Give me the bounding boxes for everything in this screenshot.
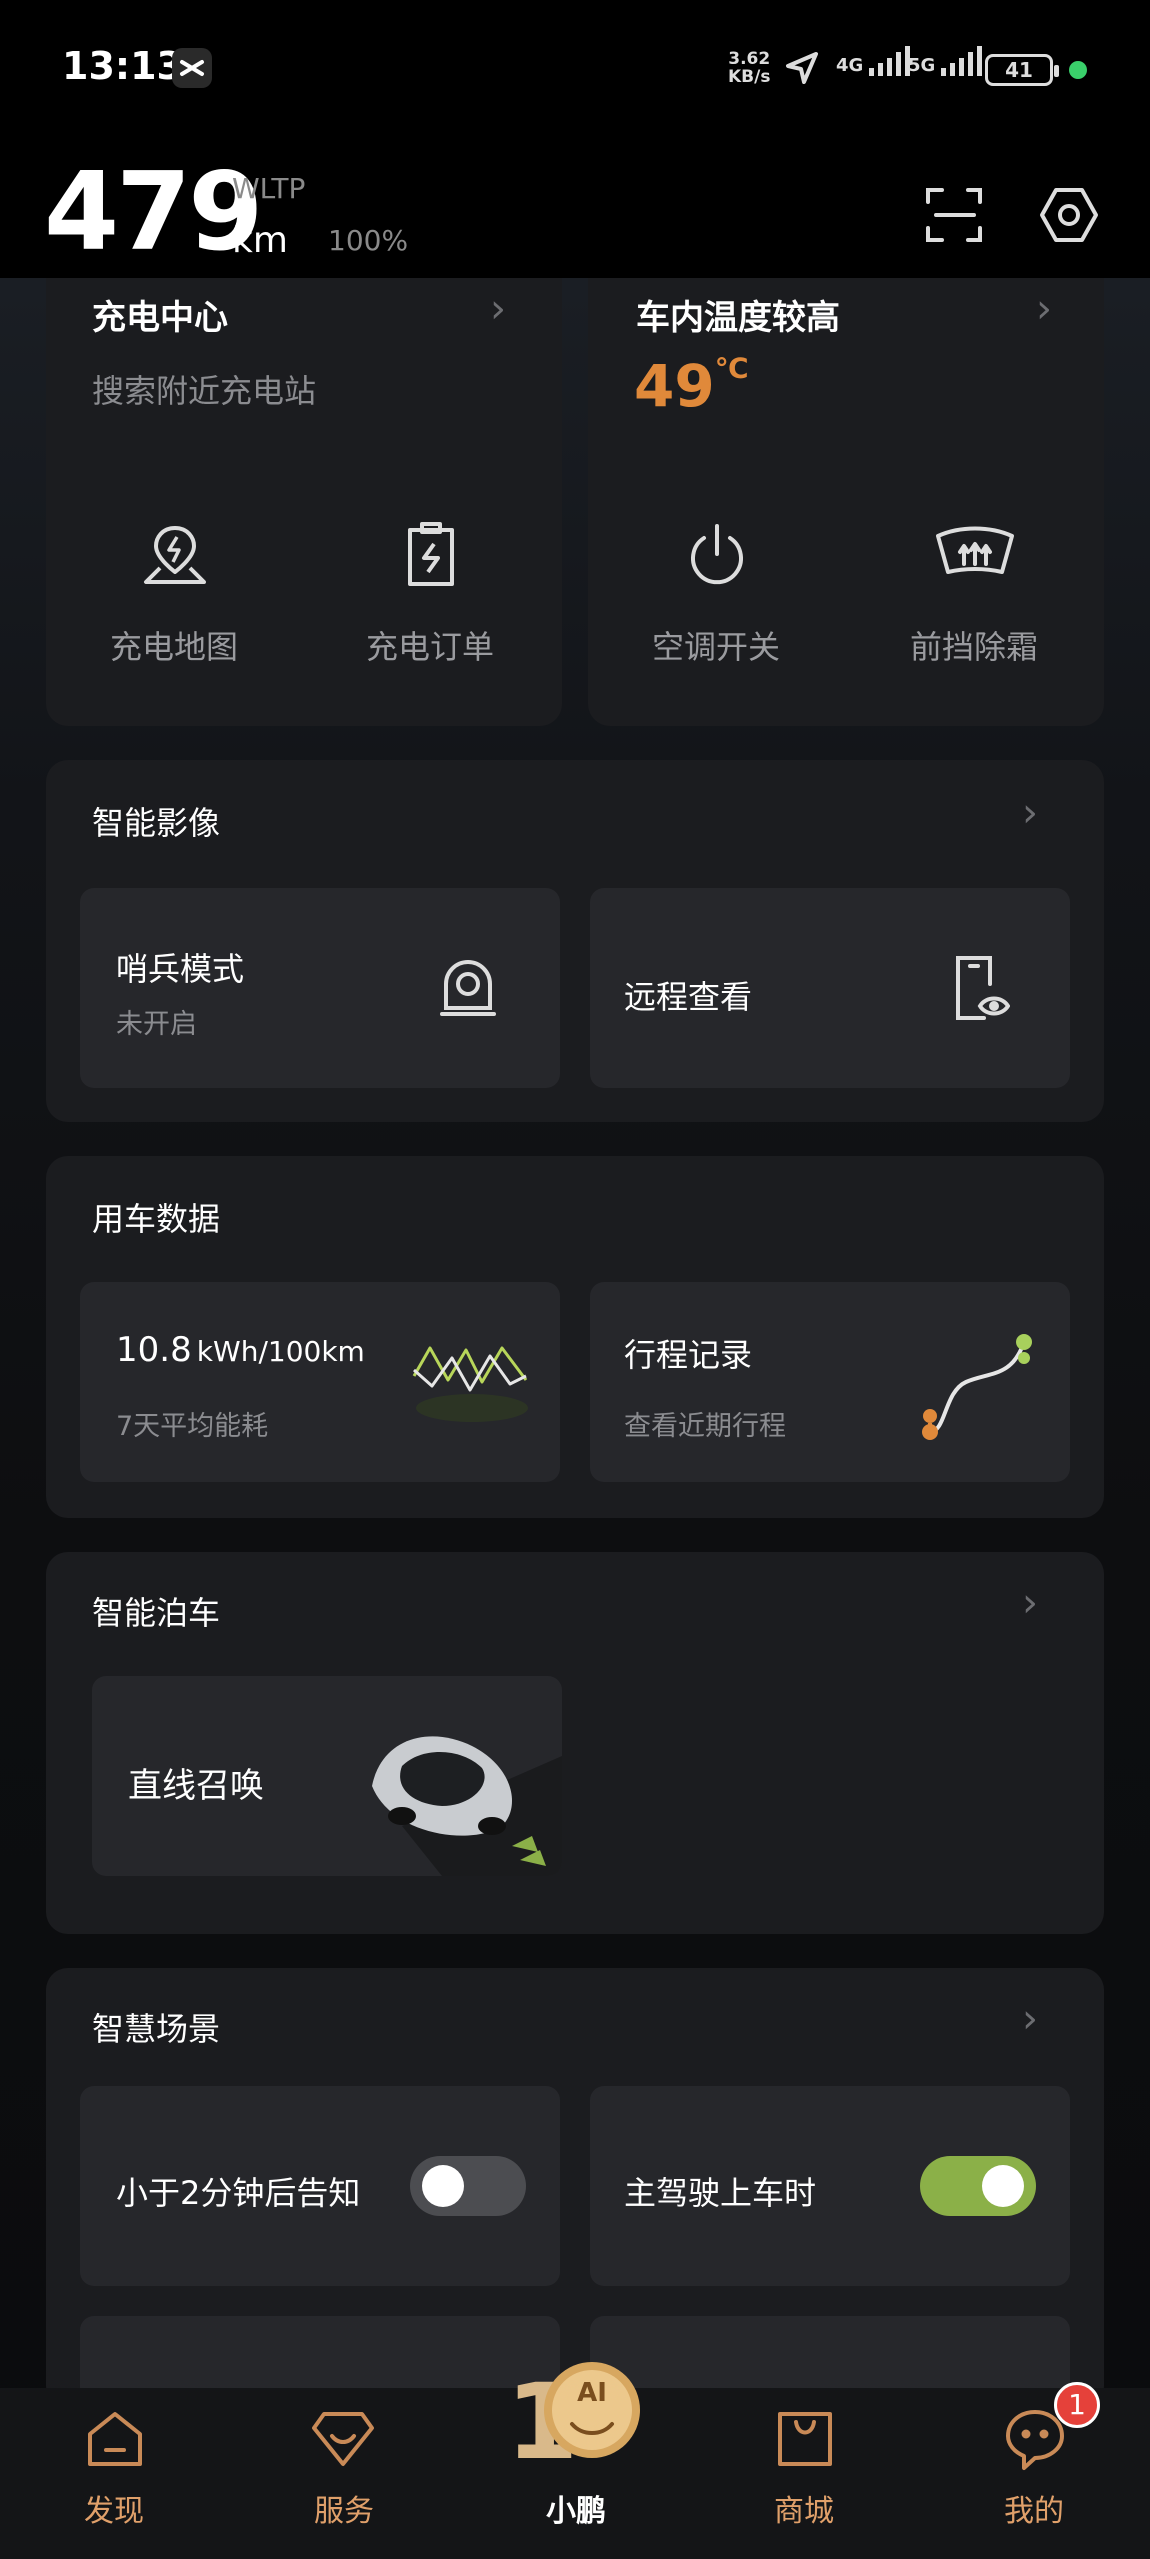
straight-summon-label: 直线召唤 bbox=[128, 1766, 264, 1806]
status-time: 13:13 bbox=[62, 44, 183, 88]
signal-bars-icon bbox=[869, 46, 911, 76]
range-standard: WLTP bbox=[232, 172, 306, 205]
nav-mall-label[interactable]: 商城 bbox=[744, 2486, 864, 2530]
privacy-dot bbox=[1069, 61, 1087, 79]
energy-trend-icon bbox=[410, 1336, 534, 1430]
scene-tile-4 bbox=[590, 2316, 1070, 2388]
discover-icon[interactable] bbox=[82, 2406, 148, 2476]
service-icon[interactable] bbox=[310, 2406, 376, 2476]
scene-tile-3 bbox=[80, 2316, 560, 2388]
mall-icon[interactable] bbox=[772, 2406, 838, 2476]
car-image bbox=[372, 1736, 562, 1876]
energy-desc: 7天平均能耗 bbox=[116, 1411, 269, 1442]
sentry-mode-title: 哨兵模式 bbox=[116, 950, 245, 988]
settings-icon[interactable] bbox=[1036, 182, 1102, 252]
app-notification-icon bbox=[172, 48, 212, 88]
power-icon[interactable] bbox=[682, 520, 752, 594]
cabin-temperature: 49℃ bbox=[634, 352, 749, 420]
charging-map-icon[interactable] bbox=[140, 520, 210, 594]
notification-badge: 1 bbox=[1054, 2382, 1100, 2428]
range-value: 479 bbox=[44, 150, 263, 275]
battery-indicator: 41 bbox=[985, 54, 1059, 86]
defrost-label[interactable]: 前挡除霜 bbox=[864, 622, 1084, 668]
charging-orders-label[interactable]: 充电订单 bbox=[320, 622, 540, 668]
nav-xpeng-label[interactable]: 小鹏 bbox=[516, 2486, 636, 2530]
chevron-right-icon[interactable]: › bbox=[1036, 286, 1052, 332]
scene-1-toggle[interactable] bbox=[410, 2156, 526, 2216]
energy-value: 10.8 kWh/100km bbox=[116, 1330, 365, 1370]
chevron-right-icon[interactable]: › bbox=[1022, 1580, 1038, 1626]
range-unit: km bbox=[232, 220, 288, 261]
trip-record-desc: 查看近期行程 bbox=[624, 1411, 786, 1442]
chevron-right-icon[interactable]: › bbox=[1022, 1996, 1038, 2042]
charging-map-label[interactable]: 充电地图 bbox=[64, 622, 284, 668]
camera-icon bbox=[438, 954, 498, 1022]
signal-bars-icon bbox=[941, 46, 983, 76]
signal-4g: 4G bbox=[836, 46, 911, 76]
signal-5g: 5G bbox=[908, 46, 983, 76]
charging-orders-icon[interactable] bbox=[396, 520, 466, 594]
nav-mine-label[interactable]: 我的 bbox=[974, 2486, 1094, 2530]
remote-view-label: 远程查看 bbox=[624, 978, 753, 1016]
scene-2-toggle[interactable] bbox=[920, 2156, 1036, 2216]
ai-badge-text: AI bbox=[577, 2378, 607, 2408]
xpeng-ai-icon[interactable]: 1 bbox=[506, 2358, 642, 2483]
sentry-mode-status: 未开启 bbox=[116, 1009, 197, 1040]
smart-scenes-title: 智慧场景 bbox=[92, 2010, 221, 2048]
chevron-right-icon[interactable]: › bbox=[490, 286, 506, 332]
nav-discover-label[interactable]: 发现 bbox=[54, 2486, 174, 2530]
smart-parking-title: 智能泊车 bbox=[92, 1594, 221, 1632]
defrost-icon[interactable] bbox=[930, 520, 1020, 594]
scan-icon[interactable] bbox=[922, 182, 988, 252]
scene-2-label: 主驾驶上车时 bbox=[624, 2174, 817, 2212]
net-speed: 3.62 KB/s bbox=[728, 49, 771, 87]
smart-imaging-title: 智能影像 bbox=[92, 804, 221, 842]
battery-percent: 100% bbox=[328, 224, 409, 257]
climate-title: 车内温度较高 bbox=[636, 298, 840, 338]
scene-1-label: 小于2分钟后告知 bbox=[116, 2174, 361, 2212]
location-icon bbox=[782, 48, 822, 92]
nav-service-label[interactable]: 服务 bbox=[284, 2486, 404, 2530]
charging-subtitle: 搜索附近充电站 bbox=[92, 372, 317, 410]
chevron-right-icon[interactable]: › bbox=[1022, 790, 1038, 836]
vehicle-data-title: 用车数据 bbox=[92, 1200, 221, 1238]
ac-switch-label[interactable]: 空调开关 bbox=[606, 622, 826, 668]
trip-record-title: 行程记录 bbox=[624, 1336, 753, 1374]
phone-eye-icon bbox=[950, 952, 1011, 1028]
charging-title: 充电中心 bbox=[92, 298, 228, 338]
route-icon bbox=[916, 1328, 1036, 1448]
